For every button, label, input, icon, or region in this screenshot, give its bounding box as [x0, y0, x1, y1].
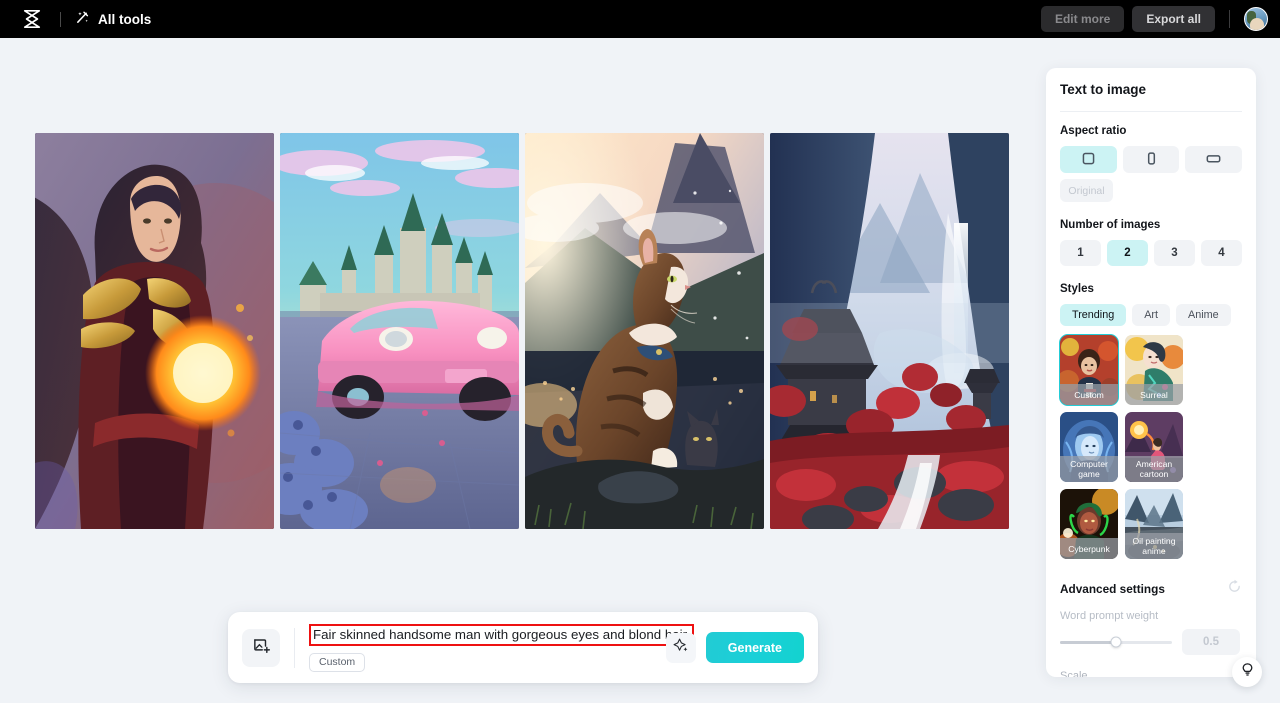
generated-image-misty-canyon-pagoda-with-red-foliage[interactable] [770, 133, 1009, 529]
add-image-button[interactable] [242, 628, 280, 667]
style-card-american-cartoon-label: American cartoon [1125, 456, 1183, 482]
aspect-ratio-square[interactable] [1060, 146, 1117, 173]
styles-tab-anime[interactable]: Anime [1176, 304, 1231, 326]
text-to-image-panel: Text to image Aspect ratio Original Numb… [1046, 68, 1256, 677]
edit-more-button[interactable]: Edit more [1040, 6, 1125, 32]
topbar-actions: Edit more Export all [1040, 6, 1268, 32]
word-prompt-weight-row: 0.5 [1060, 629, 1242, 655]
panel-divider [1060, 111, 1242, 112]
add-image-icon [252, 636, 271, 660]
prompt-input[interactable]: Fair skinned handsome man with gorgeous … [313, 627, 690, 642]
magic-wand-icon [75, 10, 90, 28]
prompt-highlight-box: Fair skinned handsome man with gorgeous … [309, 623, 694, 646]
ai-enhance-button[interactable] [665, 632, 696, 663]
style-card-cyberpunk-label: Cyberpunk [1060, 538, 1118, 559]
all-tools-label: All tools [98, 11, 152, 27]
number-of-images-label: Number of images [1060, 219, 1161, 231]
style-card-surreal-label: Surreal [1125, 384, 1183, 405]
advanced-settings-header: Advanced settings [1060, 579, 1242, 599]
number-of-images-options: 1 2 3 4 [1060, 240, 1242, 266]
sparkle-icon [673, 637, 689, 658]
word-prompt-weight-label: Word prompt weight [1060, 610, 1159, 622]
generate-button[interactable]: Generate [705, 632, 804, 663]
tips-button[interactable] [1232, 657, 1262, 687]
prompt-input-area[interactable]: Fair skinned handsome man with gorgeous … [309, 623, 694, 672]
generated-image-pink-car-in-front-of-fairytale-castle[interactable] [280, 133, 519, 529]
aspect-ratio-original[interactable]: Original [1060, 179, 1113, 202]
number-of-images-4[interactable]: 4 [1201, 240, 1242, 266]
style-card-custom[interactable]: Custom [1059, 334, 1119, 406]
styles-tab-art[interactable]: Art [1132, 304, 1171, 326]
style-card-american-cartoon[interactable]: American cartoon [1125, 412, 1183, 482]
topbar-divider [60, 11, 61, 27]
scale-label: Scale [1060, 670, 1088, 677]
number-of-images-3[interactable]: 3 [1154, 240, 1195, 266]
style-card-oil-painting-anime[interactable]: Oil painting anime [1125, 489, 1183, 559]
aspect-ratio-landscape[interactable] [1185, 146, 1243, 173]
generated-image-fantasy-warrior-woman-with-fireball[interactable] [35, 133, 274, 529]
lightbulb-icon [1240, 662, 1255, 682]
styles-grid: Custom Surreal Computer game American ca… [1059, 334, 1242, 559]
prompt-divider [294, 627, 295, 668]
prompt-style-tag[interactable]: Custom [309, 652, 366, 672]
reset-icon[interactable] [1227, 579, 1242, 599]
number-of-images-1[interactable]: 1 [1060, 240, 1101, 266]
style-card-custom-label: Custom [1060, 384, 1118, 405]
generated-images-gallery [35, 133, 1012, 529]
topbar-separator [1229, 10, 1230, 28]
word-prompt-weight-slider[interactable] [1060, 636, 1172, 648]
aspect-ratio-portrait[interactable] [1122, 146, 1180, 173]
style-card-computer-game[interactable]: Computer game [1060, 412, 1118, 482]
styles-tabs: Trending Art Anime [1060, 304, 1242, 326]
generated-image-tabby-cat-on-rock-at-mountain-sunrise[interactable] [525, 133, 764, 529]
top-bar: All tools Edit more Export all [0, 0, 1280, 38]
advanced-settings-title: Advanced settings [1060, 582, 1165, 596]
all-tools-button[interactable]: All tools [75, 10, 151, 28]
landscape-ratio-icon [1205, 151, 1222, 169]
aspect-ratio-options [1060, 146, 1243, 173]
word-prompt-weight-knob[interactable] [1110, 636, 1122, 648]
avatar[interactable] [1244, 7, 1268, 31]
portrait-ratio-icon [1144, 151, 1159, 169]
style-card-cyberpunk[interactable]: Cyberpunk [1060, 489, 1118, 559]
number-of-images-2[interactable]: 2 [1107, 240, 1148, 266]
word-prompt-weight-value[interactable]: 0.5 [1182, 629, 1240, 655]
prompt-bar: Fair skinned handsome man with gorgeous … [228, 612, 818, 683]
styles-tab-trending[interactable]: Trending [1060, 304, 1127, 326]
styles-label: Styles [1060, 283, 1094, 295]
style-card-surreal[interactable]: Surreal [1125, 335, 1183, 405]
panel-title: Text to image [1060, 82, 1147, 97]
square-ratio-icon [1081, 151, 1096, 169]
style-card-computer-game-label: Computer game [1060, 456, 1118, 482]
capcut-logo-icon[interactable] [12, 9, 52, 29]
style-card-oil-painting-anime-label: Oil painting anime [1125, 533, 1183, 559]
aspect-ratio-label: Aspect ratio [1060, 125, 1127, 137]
export-all-button[interactable]: Export all [1132, 6, 1215, 32]
